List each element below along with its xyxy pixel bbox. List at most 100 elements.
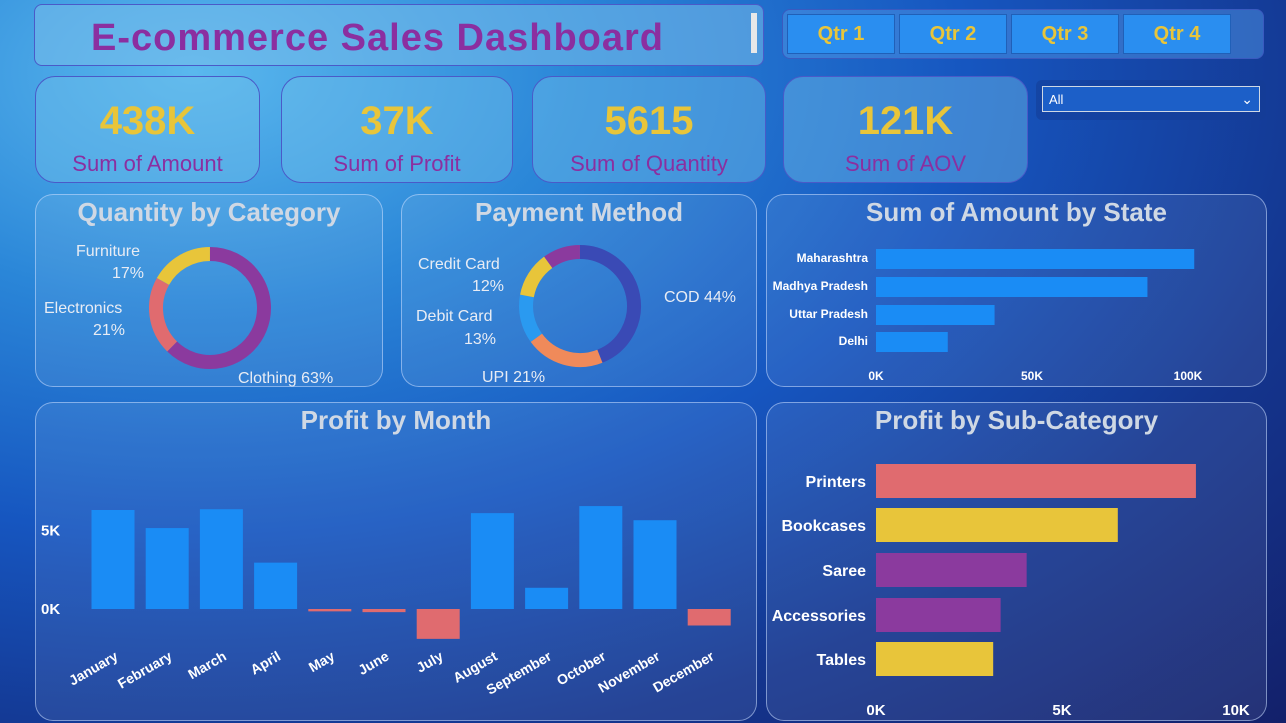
month-bar <box>254 562 298 609</box>
donut-slice <box>149 278 178 352</box>
donut-slice <box>520 256 553 298</box>
slice-label: Furniture <box>76 243 140 260</box>
subcategory-label: Tables <box>817 652 867 669</box>
month-label: November <box>595 647 663 695</box>
kpi-label: Sum of Quantity <box>570 151 728 176</box>
month-bar <box>687 609 731 626</box>
x-tick-label: 10K <box>1222 702 1250 719</box>
filter-dropdown-value: All <box>1049 92 1064 107</box>
subcategory-bar <box>876 642 994 676</box>
state-bar <box>876 305 995 325</box>
month-label: January <box>66 648 121 689</box>
month-label: March <box>185 648 229 682</box>
subcategory-label: Accessories <box>772 608 866 625</box>
donut-slice <box>544 245 581 269</box>
subcategory-bar <box>876 598 1001 632</box>
slice-percent: 17% <box>112 265 144 282</box>
category-donut-chart: Furniture 17% Electronics 21% Clothing 63% <box>44 243 333 387</box>
quarter-slicer: Qtr 1 Qtr 2 Qtr 3 Qtr 4 <box>782 9 1264 59</box>
x-tick-label: 0K <box>868 369 884 383</box>
subcategory-bar <box>876 553 1027 587</box>
qtr-1-button[interactable]: Qtr 1 <box>787 14 895 54</box>
slice-label: Clothing 63% <box>238 370 333 387</box>
filter-dropdown[interactable]: All ⌄ <box>1042 86 1260 112</box>
state-bar-chart: Maharashtra Madhya Pradesh Uttar Pradesh De… <box>773 249 1203 383</box>
slice-label: Electronics <box>44 300 122 317</box>
state-label: Madhya Pradesh <box>773 279 868 293</box>
month-bar <box>145 528 189 609</box>
chevron-down-icon[interactable]: ⌄ <box>1241 91 1253 108</box>
kpi-label: Sum of Profit <box>333 151 461 176</box>
title-accent-bar <box>751 13 757 53</box>
x-tick-label: 0K <box>866 702 885 719</box>
state-label: Delhi <box>839 334 868 348</box>
qtr-3-button[interactable]: Qtr 3 <box>1011 14 1119 54</box>
payment-donut-panel: Payment Method Credit Card 12% Debit Card 1… <box>401 194 757 387</box>
subcategory-bar <box>876 508 1118 542</box>
qtr-2-button[interactable]: Qtr 2 <box>899 14 1007 54</box>
kpi-card-quantity: 5615 Sum of Quantity <box>532 76 766 183</box>
qtr-4-button[interactable]: Qtr 4 <box>1123 14 1231 54</box>
month-bar <box>416 609 460 639</box>
month-bar <box>470 513 514 609</box>
state-label: Maharashtra <box>797 251 869 265</box>
month-bar <box>579 506 623 609</box>
month-label: July <box>413 648 445 676</box>
filter-slicer: All ⌄ <box>1036 80 1266 120</box>
x-tick-label: 50K <box>1021 369 1043 383</box>
x-tick-label: 100K <box>1174 369 1203 383</box>
kpi-card-aov: 121K Sum of AOV <box>783 76 1028 183</box>
kpi-card-profit: 37K Sum of Profit <box>281 76 513 183</box>
month-bar <box>308 609 352 612</box>
month-bar-chart: JanuaryFebruary March April May June July Augu… <box>41 506 731 698</box>
state-bar-panel: Sum of Amount by State Maharashtra Madhya… <box>766 194 1267 387</box>
month-bar <box>362 609 406 613</box>
subcategory-label: Printers <box>806 474 867 491</box>
state-bar <box>876 249 1195 269</box>
y-tick-label: 5K <box>41 522 60 539</box>
category-donut-panel: Quantity by Category Furniture 17% Electro… <box>35 194 383 387</box>
slice-label: Credit Card <box>418 256 500 273</box>
month-bar <box>91 510 135 609</box>
x-tick-label: 5K <box>1052 702 1071 719</box>
donut-slice <box>519 294 543 342</box>
y-tick-label: 0K <box>41 601 60 618</box>
kpi-label: Sum of Amount <box>72 151 223 176</box>
kpi-value: 438K <box>99 99 196 143</box>
subcategory-label: Bookcases <box>782 518 867 535</box>
slice-label: Debit Card <box>416 308 492 325</box>
title-banner: E-commerce Sales Dashboard <box>34 4 764 66</box>
subcategory-label: Saree <box>822 563 866 580</box>
slice-percent: 13% <box>464 331 496 348</box>
month-label: June <box>355 648 391 678</box>
dashboard-title: E-commerce Sales Dashboard <box>91 17 665 59</box>
state-label: Uttar Pradesh <box>789 307 868 321</box>
donut-slice <box>530 333 603 367</box>
state-bar <box>876 277 1148 297</box>
month-bar <box>199 509 243 609</box>
subcategory-bar <box>876 464 1196 498</box>
month-label: December <box>650 647 717 695</box>
month-bar-panel: Profit by Month January February March Apri… <box>35 402 757 721</box>
slice-percent: 21% <box>93 322 125 339</box>
month-label: May <box>306 648 338 676</box>
subcategory-bar-chart: Printers Bookcases Saree Accessories Tables 0… <box>772 464 1250 719</box>
kpi-label: Sum of AOV <box>844 151 967 176</box>
month-bar <box>525 587 569 609</box>
month-label: February <box>115 648 175 692</box>
kpi-card-amount: 438K Sum of Amount <box>35 76 260 183</box>
kpi-value: 5615 <box>604 99 694 143</box>
kpi-value: 37K <box>360 99 434 143</box>
slice-label: UPI 21% <box>482 369 545 386</box>
month-label: April <box>247 648 283 678</box>
donut-slice <box>579 245 641 363</box>
payment-donut-chart: Credit Card 12% Debit Card 13% COD 44% UPI 21… <box>416 245 736 386</box>
donut-slice <box>156 247 211 286</box>
kpi-value: 121K <box>857 99 954 143</box>
subcat-bar-panel: Profit by Sub-Category Printers Bookcases… <box>766 402 1267 721</box>
month-bar <box>633 520 677 609</box>
slice-percent: 12% <box>472 278 504 295</box>
slice-label: COD 44% <box>664 289 736 306</box>
state-bar <box>876 332 948 352</box>
donut-slice <box>167 247 271 369</box>
